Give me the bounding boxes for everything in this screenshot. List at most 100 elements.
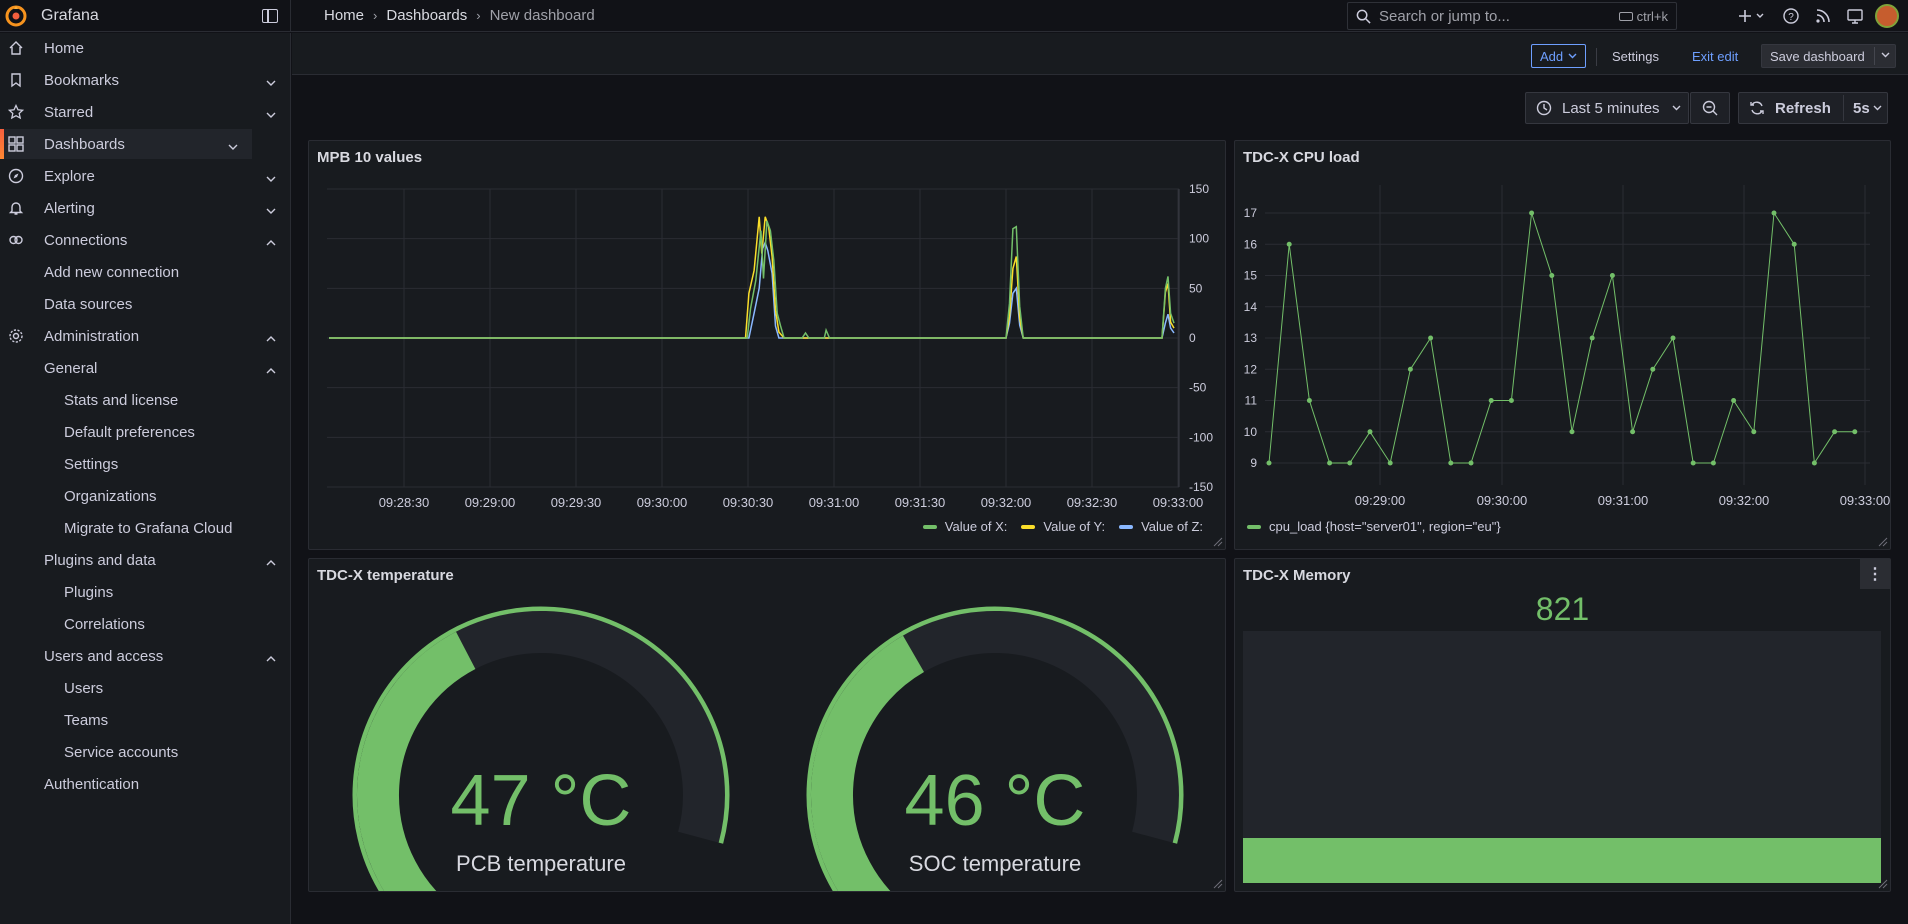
sidebar-item-organizations[interactable]: Organizations	[0, 481, 290, 511]
sidebar-item-connections[interactable]: Connections	[0, 225, 290, 255]
legend-item[interactable]: Value of X:	[922, 519, 1008, 534]
sidebar-item-default-preferences[interactable]: Default preferences	[0, 417, 290, 447]
sync-icon	[1750, 101, 1764, 115]
legend-swatch	[922, 524, 937, 529]
refresh-label[interactable]: Refresh	[1775, 100, 1831, 117]
sidebar-item-migrate-to-grafana-cloud[interactable]: Migrate to Grafana Cloud	[0, 513, 290, 543]
resize-handle-icon[interactable]	[1878, 879, 1888, 889]
panel-mpb-values[interactable]: MPB 10 values 150 100 50 0 -50 -100 -150 09:28:…	[308, 140, 1226, 550]
chevron-down-icon[interactable]	[266, 171, 276, 182]
home-icon	[8, 40, 24, 56]
chevron-up-icon[interactable]	[266, 651, 276, 662]
refresh-picker[interactable]: Refresh 5s	[1738, 92, 1888, 124]
bookmark-icon	[8, 72, 24, 88]
gauge: 46 °C SOC temperature	[806, 606, 1184, 891]
chevron-up-icon[interactable]	[266, 363, 276, 374]
data-point	[1347, 460, 1353, 466]
settings-button[interactable]: Settings	[1604, 44, 1667, 68]
data-point	[1367, 429, 1373, 435]
sidebar-item-plugins[interactable]: Plugins	[0, 577, 290, 607]
bar-gauge-fill	[1243, 837, 1881, 883]
sidebar-item-explore[interactable]: Explore	[0, 161, 290, 191]
zoom-out-button[interactable]	[1690, 92, 1730, 124]
save-dashboard-button[interactable]: Save dashboard	[1761, 44, 1896, 68]
legend-swatch	[1021, 524, 1036, 529]
sidebar-item-label: Teams	[64, 711, 109, 729]
brand: Grafana	[0, 0, 291, 32]
y-tick-label: 16	[1244, 237, 1258, 251]
legend-item[interactable]: cpu_load {host="server01", region="eu"}	[1247, 519, 1501, 534]
sidebar-item-settings[interactable]: Settings	[0, 449, 290, 479]
data-point	[1387, 460, 1393, 466]
legend-label: Value of Y:	[1043, 519, 1106, 534]
help-icon[interactable]: ?	[1775, 0, 1807, 32]
sidebar-item-plugins-and-data[interactable]: Plugins and data	[0, 545, 290, 575]
sidebar-item-correlations[interactable]: Correlations	[0, 609, 290, 639]
sidebar-item-label: Dashboards	[44, 135, 125, 153]
search-input[interactable]: Search or jump to... ctrl+k	[1347, 2, 1677, 30]
sidebar-item-label: Connections	[44, 231, 128, 249]
sidebar-item-users[interactable]: Users	[0, 673, 290, 703]
time-range-picker[interactable]: Last 5 minutes	[1525, 92, 1689, 124]
panel-menu-icon[interactable]: ⋮	[1860, 559, 1890, 589]
chevron-down-icon[interactable]	[266, 203, 276, 214]
news-rss-icon[interactable]	[1807, 0, 1839, 32]
chevron-down-icon[interactable]	[266, 75, 276, 86]
sidebar-item-label: Data sources	[44, 295, 133, 313]
chevron-down-icon[interactable]	[228, 139, 238, 150]
kiosk-monitor-icon[interactable]	[1839, 0, 1871, 32]
sidebar: Home Bookmarks Starred Dashboards Explore Ale…	[0, 33, 291, 924]
breadcrumb-dashboards[interactable]: Dashboards	[386, 7, 467, 24]
sidebar-item-data-sources[interactable]: Data sources	[0, 289, 290, 319]
panel-temperature[interactable]: TDC-X temperature 47 °C PCB temperature 46…	[308, 558, 1226, 892]
sidebar-item-users-and-access[interactable]: Users and access	[0, 641, 290, 671]
resize-handle-icon[interactable]	[1878, 537, 1888, 547]
panel-cpu-load[interactable]: TDC-X CPU load 17 16 15 14 13 12 11 10 9 09:29:00…	[1234, 140, 1891, 550]
gauge-value: 46 °C	[905, 761, 1086, 841]
sidebar-item-teams[interactable]: Teams	[0, 705, 290, 735]
resize-handle-icon[interactable]	[1213, 537, 1223, 547]
dock-menu-icon[interactable]	[262, 8, 278, 23]
chevron-up-icon[interactable]	[266, 331, 276, 342]
panel-memory[interactable]: TDC-X Memory ⋮ 821	[1234, 558, 1891, 892]
sidebar-item-home[interactable]: Home	[0, 33, 290, 63]
sidebar-item-dashboards[interactable]: Dashboards	[0, 129, 252, 159]
add-label: Add	[1540, 48, 1564, 64]
sidebar-item-authentication[interactable]: Authentication	[0, 769, 290, 799]
sidebar-item-service-accounts[interactable]: Service accounts	[0, 737, 290, 767]
data-point	[1549, 273, 1555, 278]
legend-label: Value of X:	[944, 519, 1008, 534]
memory-value: 821	[1535, 591, 1590, 627]
series-line-2	[329, 216, 1175, 339]
sidebar-item-bookmarks[interactable]: Bookmarks	[0, 65, 290, 95]
legend-item[interactable]: Value of Y:	[1021, 519, 1105, 534]
data-point	[1468, 460, 1474, 466]
resize-handle-icon[interactable]	[1213, 879, 1223, 889]
chevron-up-icon[interactable]	[266, 235, 276, 246]
chevron-up-icon[interactable]	[266, 555, 276, 566]
chevron-down-icon[interactable]	[1873, 105, 1882, 111]
refresh-interval[interactable]: 5s	[1853, 100, 1870, 117]
sidebar-item-alerting[interactable]: Alerting	[0, 193, 290, 223]
sidebar-item-starred[interactable]: Starred	[0, 97, 290, 127]
breadcrumb-home[interactable]: Home	[324, 7, 364, 24]
add-button[interactable]: Add	[1531, 44, 1587, 68]
user-avatar[interactable]	[1875, 4, 1899, 28]
cog-icon	[8, 328, 24, 344]
sidebar-item-add-new-connection[interactable]: Add new connection	[0, 257, 290, 287]
legend-item[interactable]: Value of Z:	[1119, 519, 1203, 534]
data-point	[1791, 241, 1797, 247]
data-point	[1771, 210, 1777, 216]
sidebar-item-label: Plugins and data	[44, 551, 156, 569]
exit-edit-button[interactable]: Exit edit	[1684, 44, 1746, 68]
zoom-out-icon	[1702, 100, 1718, 116]
new-plus-icon[interactable]	[1731, 0, 1775, 32]
grafana-logo-icon[interactable]	[0, 0, 32, 32]
chevron-down-icon[interactable]	[266, 107, 276, 118]
sidebar-item-stats-and-license[interactable]: Stats and license	[0, 385, 290, 415]
chevron-down-icon[interactable]	[1881, 52, 1890, 58]
sidebar-item-administration[interactable]: Administration	[0, 321, 290, 351]
data-point	[1407, 366, 1413, 372]
sidebar-item-general[interactable]: General	[0, 353, 290, 383]
link-icon	[8, 232, 24, 248]
